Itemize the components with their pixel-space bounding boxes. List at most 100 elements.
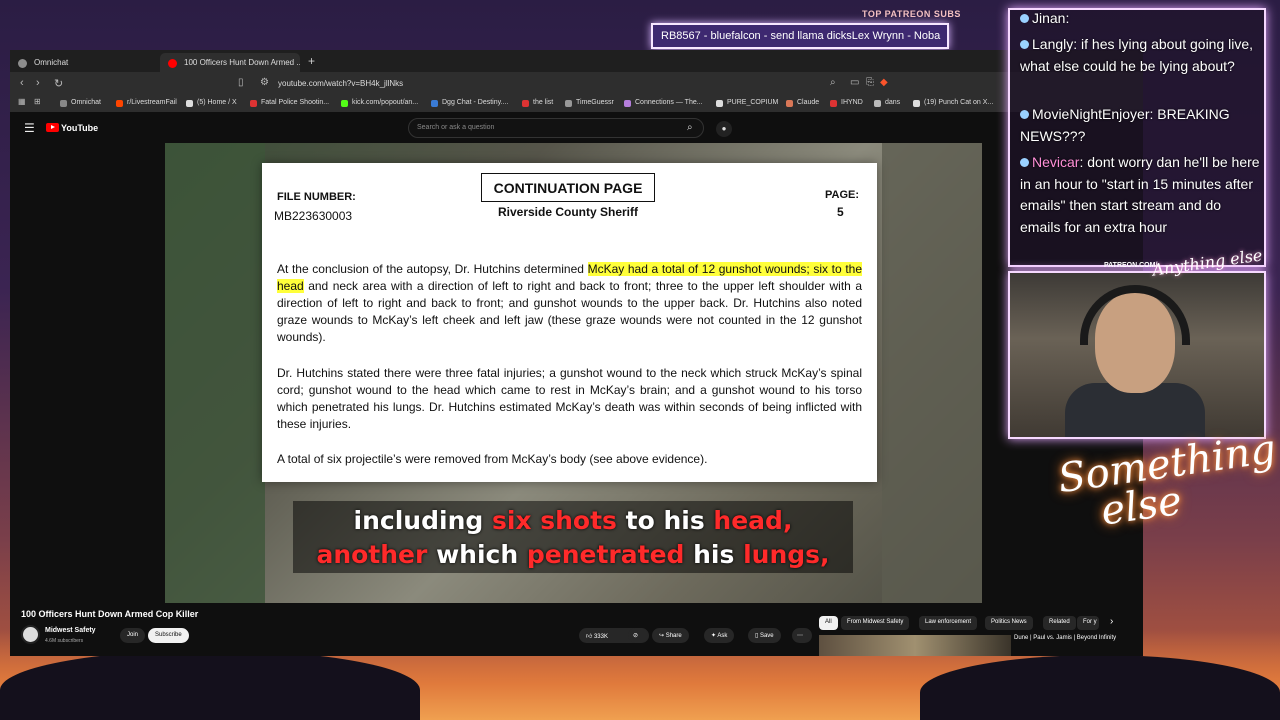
patreon-cam-label: PATREON.COM/ [1104, 262, 1158, 269]
ask-button[interactable]: ✦ Ask [704, 628, 735, 643]
chat-message: Nevicar: dont worry dan he'll be here in… [1020, 152, 1260, 238]
chip-related[interactable]: Related [1043, 616, 1076, 630]
omnichat-favicon-icon [18, 59, 27, 68]
caption-word: his [693, 540, 744, 569]
avatar[interactable] [21, 625, 40, 644]
caption-word: six shots [491, 506, 626, 535]
mic-icon[interactable]: ● [716, 121, 732, 137]
bookmark-kick[interactable]: kick.com/popout/an... [341, 99, 418, 107]
caption-word: lungs, [743, 540, 830, 569]
share-icon[interactable]: ⎘ [866, 77, 874, 88]
chat-bubble-icon [1020, 158, 1029, 167]
thumbs-up-icon: 👍︎ [586, 634, 594, 640]
new-tab-button[interactable]: + [308, 54, 315, 68]
chevron-right-icon[interactable]: › [1110, 616, 1113, 627]
caption-word: head, [713, 506, 793, 535]
bookmark-timeguessr[interactable]: TimeGuessr [565, 99, 614, 107]
caption-word: penetrated [526, 540, 694, 569]
bookmark-icon[interactable]: ▯ [238, 77, 244, 88]
document-heading: CONTINUATION PAGE [481, 173, 655, 202]
youtube-favicon-icon [168, 59, 177, 68]
youtube-logo[interactable]: YouTube [46, 123, 98, 133]
chat-overlay: Jinan: Langly: if hes lying about going … [1008, 8, 1266, 267]
tab-label: Omnichat [34, 58, 69, 67]
patreon-ticker: RB8567 - bluefalcon - send llama dicksLe… [651, 23, 949, 49]
chat-bubble-icon [1020, 110, 1029, 119]
chip-law-enforcement[interactable]: Law enforcement [919, 616, 978, 630]
site-info-icon[interactable]: ⚙ [260, 77, 269, 88]
recommended-title[interactable]: Dune | Paul vs. Jamis | Beyond Infinity [1014, 634, 1124, 642]
chat-bubble-icon [1020, 14, 1029, 23]
chat-username: Langly [1032, 36, 1074, 52]
back-icon[interactable]: ‹ [20, 77, 24, 89]
video-blur-left [165, 143, 265, 603]
video-blur-right [882, 143, 982, 603]
document-agency: Riverside County Sheriff [497, 205, 639, 219]
save-button[interactable]: ▯ Save [748, 628, 781, 643]
palm-silhouette-left [0, 650, 420, 720]
caption-word: including [353, 506, 492, 535]
paragraph-text: At the conclusion of the autopsy, Dr. Hu… [277, 262, 588, 276]
caption-word: another [316, 540, 437, 569]
apps-icon[interactable]: ▦ [18, 97, 26, 106]
recommended-thumbnail[interactable] [819, 635, 1011, 656]
save-label: Save [759, 633, 774, 639]
bookmark-the-list[interactable]: the list [522, 99, 553, 107]
chat-text: : [1065, 10, 1070, 26]
dislike-button[interactable]: ⊘ [628, 628, 648, 643]
paragraph-fatal-injuries: Dr. Hutchins stated there were three fat… [277, 366, 862, 431]
bookmark-x-home[interactable]: (5) Home / X [186, 99, 237, 107]
share-label: Share [665, 633, 682, 639]
chat-message: MovieNightEnjoyer: BREAKING NEWS??? [1020, 104, 1260, 147]
zoom-icon[interactable]: ⌕ [830, 77, 836, 88]
bookmark-fatal-police[interactable]: Fatal Police Shootin... [250, 99, 329, 107]
webcam-feed [1008, 271, 1266, 439]
video-player[interactable]: FILE NUMBER: MB223630003 CONTINUATION PA… [165, 143, 982, 603]
chip-all[interactable]: All [819, 616, 838, 630]
patreon-subs-label: TOP PATREON SUBS [862, 9, 961, 19]
share-arrow-icon: ↪ [659, 633, 666, 639]
search-input[interactable]: Search or ask a question [408, 118, 704, 138]
bookmark-omnichat[interactable]: Omnichat [60, 99, 101, 107]
chip-for-you[interactable]: For y [1077, 616, 1099, 630]
hamburger-menu-icon[interactable]: ☰ [24, 121, 35, 135]
thumbs-down-icon: ⊘ [633, 633, 639, 639]
caption-line-2: another which penetrated his lungs, [293, 538, 853, 572]
search-icon[interactable]: ⌕ [687, 122, 693, 133]
bookmark-dgg-chat[interactable]: Dgg Chat - Destiny.... [431, 99, 508, 107]
bookmark-connections[interactable]: Connections — The... [624, 99, 703, 107]
bookmark-punch-cat[interactable]: (19) Punch Cat on X... [913, 99, 993, 107]
reload-icon[interactable]: ↻ [54, 77, 63, 90]
bookmark-ihynd[interactable]: IHYND [830, 99, 863, 107]
headset-icon [1080, 285, 1190, 345]
join-button[interactable]: Join [120, 628, 146, 643]
youtube-header: ☰ YouTube Search or ask a question ⌕ ● [10, 112, 1143, 144]
bookmark-dans[interactable]: dans [874, 99, 900, 107]
paragraph-projectiles: A total of six projectile’s were removed… [277, 452, 708, 466]
url-input[interactable]: youtube.com/watch?v=BH4k_jllNks [278, 79, 403, 88]
chat-username: MovieNightEnjoyer [1032, 106, 1150, 122]
file-number-label: FILE NUMBER: [277, 191, 356, 203]
bookmark-claude[interactable]: Claude [786, 99, 819, 107]
brave-shield-icon[interactable]: ◆ [880, 77, 888, 88]
channel-name[interactable]: Midwest Safety [45, 627, 96, 634]
cast-icon[interactable]: ▭ [850, 77, 859, 88]
share-button[interactable]: ↪ Share [652, 628, 689, 643]
video-title: 100 Officers Hunt Down Armed Cop Killer [21, 609, 199, 619]
page-number: 5 [837, 205, 844, 219]
subscribe-button[interactable]: Subscribe [148, 628, 189, 643]
video-caption: including six shots to his head, another… [293, 501, 853, 573]
browser-window: Omnichat 100 Officers Hunt Down Armed ..… [10, 50, 1143, 656]
tab-omnichat[interactable]: Omnichat [10, 53, 160, 72]
forward-icon[interactable]: › [36, 77, 40, 89]
grid-icon[interactable]: ⊞ [34, 97, 41, 106]
chip-from-channel[interactable]: From Midwest Safety [841, 616, 910, 630]
more-actions-button[interactable]: ⋯ [792, 628, 812, 643]
chip-politics-news[interactable]: Politics News [985, 616, 1033, 630]
tab-video[interactable]: 100 Officers Hunt Down Armed ... [160, 53, 300, 72]
bookmark-pure-copium[interactable]: PURE_COPIUM [716, 99, 778, 107]
caption-word: which [436, 540, 527, 569]
bookmark-livestreamfail[interactable]: r/LivestreamFail [116, 99, 177, 107]
chat-username: Jinan [1032, 10, 1066, 26]
chat-bubble-icon [1020, 40, 1029, 49]
